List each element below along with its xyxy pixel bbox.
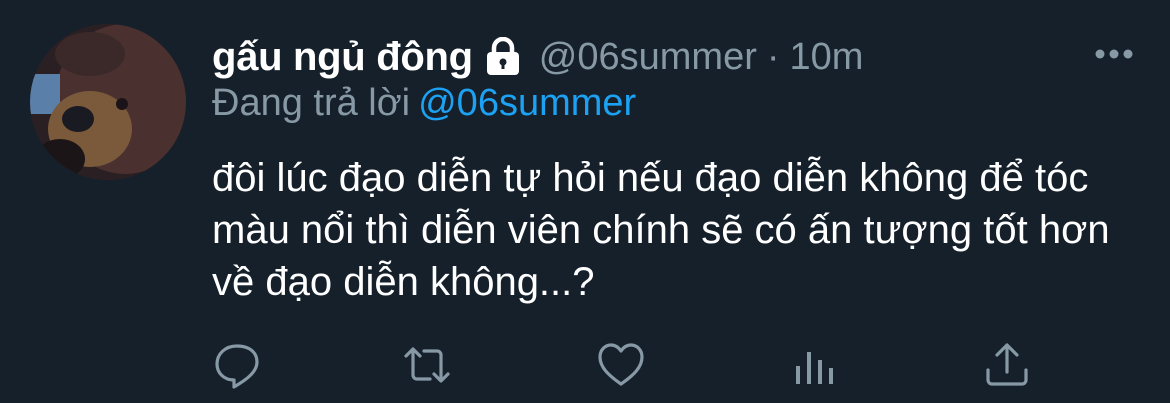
retweet-icon[interactable]: [402, 340, 452, 390]
reply-prefix: Đang trả lời: [212, 82, 411, 124]
tweet-text: đôi lúc đạo diễn tự hỏi nếu đạo diễn khô…: [212, 156, 1110, 304]
share-icon[interactable]: [982, 340, 1032, 390]
like-icon[interactable]: [596, 340, 646, 390]
reply-mention[interactable]: @06summer: [418, 82, 636, 124]
lock-icon: [483, 36, 523, 77]
more-icon[interactable]: [1092, 44, 1136, 64]
reply-context: Đang trả lời @06summer: [212, 82, 636, 125]
analytics-icon[interactable]: [790, 340, 840, 390]
separator: ·: [766, 35, 780, 78]
display-name[interactable]: gấu ngủ đông: [212, 35, 473, 80]
reply-icon[interactable]: [212, 340, 262, 390]
timestamp[interactable]: 10m: [790, 36, 864, 79]
tweet: gấu ngủ đông @06summer · 10m Đang trả lờ…: [0, 0, 1170, 403]
handle[interactable]: @06summer: [539, 36, 757, 79]
tweet-header: gấu ngủ đông @06summer · 10m: [212, 32, 1110, 82]
avatar[interactable]: [30, 24, 186, 180]
action-bar: [212, 340, 1042, 390]
